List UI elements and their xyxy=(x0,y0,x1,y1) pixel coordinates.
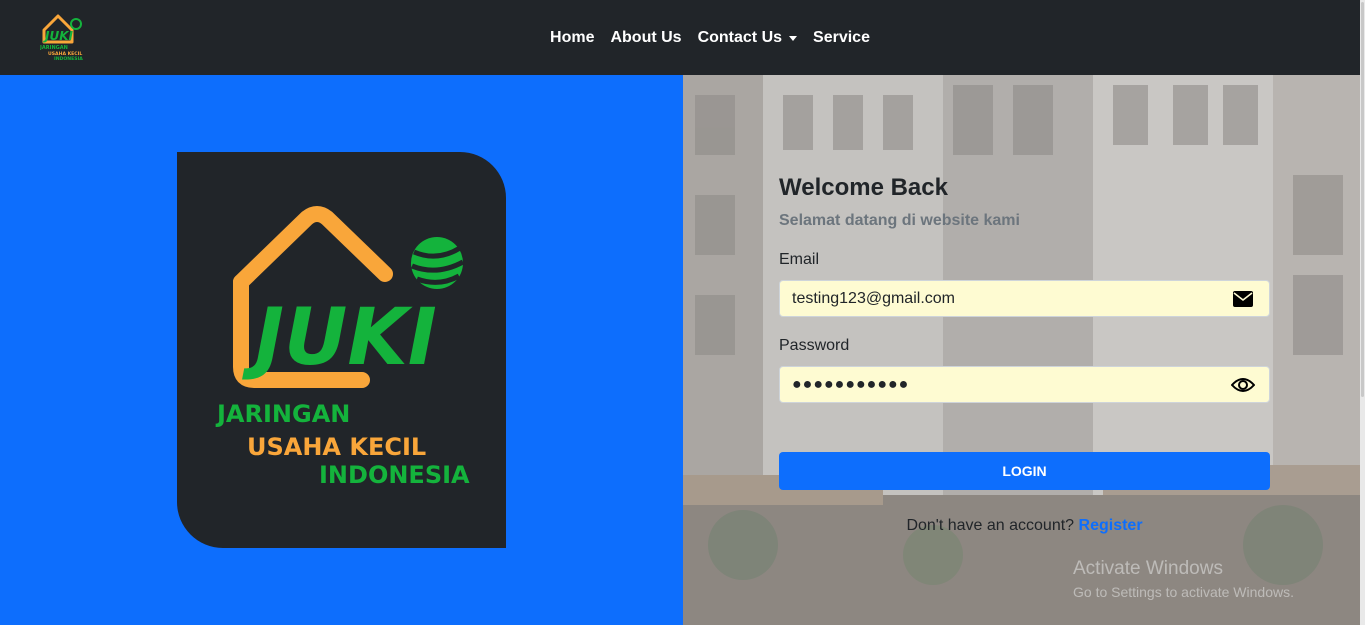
nav-item-label: About Us xyxy=(610,28,682,46)
eye-icon[interactable] xyxy=(1231,373,1255,397)
email-label: Email xyxy=(779,251,820,268)
nav-item-about-us[interactable]: About Us xyxy=(602,29,689,47)
email-field[interactable]: testing123@gmail.com xyxy=(779,280,1270,317)
brand-panel: JUKI JARINGAN USAHA KECIL INDONESIA xyxy=(0,75,683,625)
password-field[interactable]: ●●●●●●●●●●● xyxy=(779,366,1270,403)
logo-card: JUKI JARINGAN USAHA KECIL INDONESIA xyxy=(177,152,506,548)
password-value[interactable]: ●●●●●●●●●●● xyxy=(780,376,1231,394)
nav-item-contact-us-dropdown[interactable]: Contact Us xyxy=(690,29,805,47)
logo-tagline-3: INDONESIA xyxy=(319,461,470,489)
email-value[interactable]: testing123@gmail.com xyxy=(780,290,1231,308)
login-button[interactable]: LOGIN xyxy=(779,452,1270,490)
navbar: JUKI JARINGAN USAHA KECIL INDONESIA Home… xyxy=(0,0,1365,75)
password-label: Password xyxy=(779,337,850,354)
page-scrollbar-thumb[interactable] xyxy=(1361,2,1364,397)
register-link[interactable]: Register xyxy=(1079,517,1143,534)
register-prompt: Don't have an account? xyxy=(906,517,1075,534)
windows-activation-watermark: Activate Windows Go to Settings to activ… xyxy=(1073,558,1294,600)
watermark-line2: Go to Settings to activate Windows. xyxy=(1073,584,1294,600)
nav-item-home[interactable]: Home xyxy=(542,29,602,47)
login-subtitle: Selamat datang di website kami xyxy=(779,212,1020,229)
nav-item-label: Home xyxy=(550,28,595,46)
login-title: Welcome Back xyxy=(779,174,948,201)
nav-item-label: Service xyxy=(813,28,870,46)
nav-item-service[interactable]: Service xyxy=(805,29,878,47)
nav-item-label: Contact Us xyxy=(697,28,783,46)
login-panel: Welcome Back Selamat datang di website k… xyxy=(683,75,1365,625)
caret-down-icon xyxy=(789,35,798,41)
envelope-icon xyxy=(1231,287,1255,311)
logo-tagline-2: USAHA KECIL xyxy=(247,433,426,461)
juki-logo-graphic: JUKI JARINGAN USAHA KECIL INDONESIA xyxy=(215,206,470,489)
watermark-line1: Activate Windows xyxy=(1073,558,1223,579)
logo-tagline-1: JARINGAN xyxy=(215,400,350,428)
nav-menu: Home About Us Contact Us Service xyxy=(0,0,1365,75)
logo-wordmark: JUKI xyxy=(242,293,437,383)
register-prompt-line: Don't have an account? Register xyxy=(779,517,1270,535)
